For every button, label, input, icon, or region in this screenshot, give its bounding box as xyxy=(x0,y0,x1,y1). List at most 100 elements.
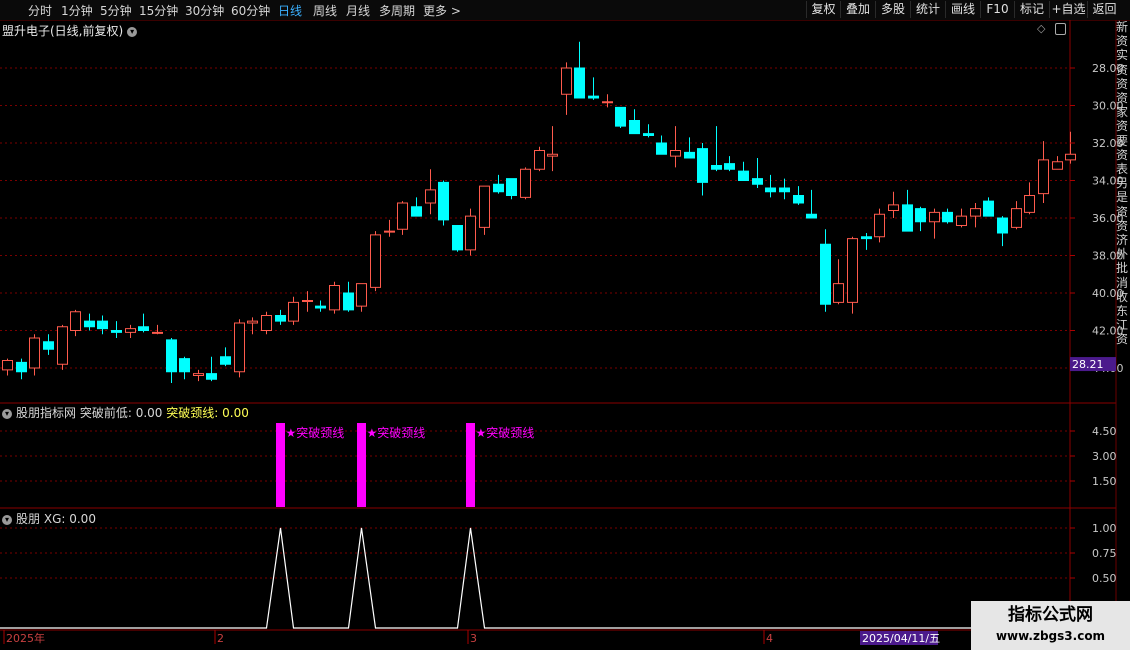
candle-body xyxy=(1065,153,1076,161)
candle-body xyxy=(1052,161,1063,170)
candle-body xyxy=(343,292,354,311)
candle xyxy=(1052,156,1063,170)
candle xyxy=(97,315,108,335)
candle xyxy=(425,169,436,215)
candle-body xyxy=(1024,195,1035,213)
candle xyxy=(206,356,217,382)
candle-body xyxy=(452,225,463,251)
date-label: 2025年 xyxy=(6,631,45,645)
candle xyxy=(234,319,245,378)
candle-body xyxy=(602,101,613,104)
candle-body xyxy=(138,326,149,331)
kline-chart[interactable]: ★突破颈线★突破颈线★突破颈线 44.0042.0040.0038.0036.0… xyxy=(0,0,1130,650)
candle xyxy=(670,126,681,168)
candle xyxy=(302,291,313,312)
candle xyxy=(343,281,354,312)
ind1-tick-label: 3.00 xyxy=(1092,450,1117,463)
signal-bar xyxy=(357,423,366,507)
candle-body xyxy=(465,215,476,251)
candle xyxy=(70,309,81,337)
indicator2-title: ▾ 股朋 XG: 0.00 xyxy=(2,510,96,527)
stock-title[interactable]: 盟升电子(日线,前复权) ▾ xyxy=(2,22,138,39)
candle xyxy=(956,208,967,228)
candle xyxy=(315,300,326,312)
indicator1-signals: ★突破颈线 ★突破颈线 ★突破颈线 xyxy=(276,423,534,507)
candle xyxy=(793,186,804,205)
candle-body xyxy=(561,67,572,95)
candle xyxy=(656,135,667,155)
candle xyxy=(534,146,545,172)
candle xyxy=(833,259,844,305)
date-label: 2 xyxy=(217,632,224,645)
candle-body xyxy=(724,163,735,170)
candle xyxy=(370,231,381,292)
signal-label: ★突破颈线 xyxy=(476,425,535,440)
candle-body xyxy=(779,187,790,193)
candle-body xyxy=(288,301,299,322)
candle xyxy=(684,137,695,159)
candle xyxy=(179,356,190,380)
candle xyxy=(261,311,272,335)
candle-body xyxy=(275,315,286,322)
candle-body xyxy=(861,236,872,240)
candle xyxy=(711,126,722,172)
candle xyxy=(806,189,817,219)
candle-body xyxy=(493,183,504,193)
candle xyxy=(397,201,408,235)
candle xyxy=(288,296,299,325)
candle xyxy=(902,189,913,232)
candle-body xyxy=(588,95,599,99)
candle xyxy=(1038,141,1049,203)
right-news-strip[interactable]: 新资实资资资家资要资表另是资资济外批消收东江资 xyxy=(1116,20,1130,600)
candle xyxy=(752,158,763,188)
ind2-tick-label: 0.50 xyxy=(1092,572,1117,585)
candle-body xyxy=(806,213,817,219)
candle-body xyxy=(970,208,981,217)
watermark-title: 指标公式网 xyxy=(1008,605,1093,625)
signal-bar xyxy=(276,423,285,507)
candle xyxy=(29,334,40,376)
watermark-url: www.zbgs3.com xyxy=(995,629,1106,643)
candle xyxy=(983,197,994,217)
grid xyxy=(0,20,1117,650)
chevron-down-icon[interactable]: ▾ xyxy=(2,408,12,419)
candle-body xyxy=(84,320,95,328)
candle-body xyxy=(684,151,695,159)
candle-body xyxy=(43,341,54,350)
candle-body xyxy=(534,150,545,170)
candle-body xyxy=(425,189,436,204)
candles xyxy=(2,41,1076,383)
ind2-tick-label: 0.75 xyxy=(1092,547,1117,560)
ind1-tick-label: 1.50 xyxy=(1092,475,1117,488)
candle xyxy=(724,156,735,172)
candle-body xyxy=(833,283,844,303)
candle-body xyxy=(315,305,326,309)
candle-body xyxy=(983,200,994,217)
candle xyxy=(615,106,626,128)
candle-body xyxy=(179,358,190,373)
candle-body xyxy=(193,373,204,376)
candle-body xyxy=(206,373,217,380)
chevron-down-icon[interactable]: ▾ xyxy=(2,514,12,525)
candle-body xyxy=(111,330,122,333)
candle xyxy=(2,358,13,376)
candle xyxy=(561,62,572,115)
candle xyxy=(193,369,204,382)
window-icon[interactable] xyxy=(1055,23,1066,35)
candle xyxy=(942,208,953,224)
candle xyxy=(779,178,790,200)
candle-body xyxy=(670,150,681,157)
chevron-down-icon[interactable]: ▾ xyxy=(127,26,138,37)
candle-body xyxy=(820,243,831,305)
candle-body xyxy=(997,217,1008,234)
candle xyxy=(384,219,395,237)
diamond-icon[interactable]: ◇ xyxy=(1037,22,1045,35)
candle-body xyxy=(643,133,654,136)
candle xyxy=(111,321,122,338)
candle xyxy=(629,109,640,135)
candle-body xyxy=(956,215,967,226)
candle-body xyxy=(166,339,177,373)
current-price-label: 28.21 xyxy=(1072,358,1104,371)
candle xyxy=(43,334,54,355)
candle xyxy=(574,41,585,99)
